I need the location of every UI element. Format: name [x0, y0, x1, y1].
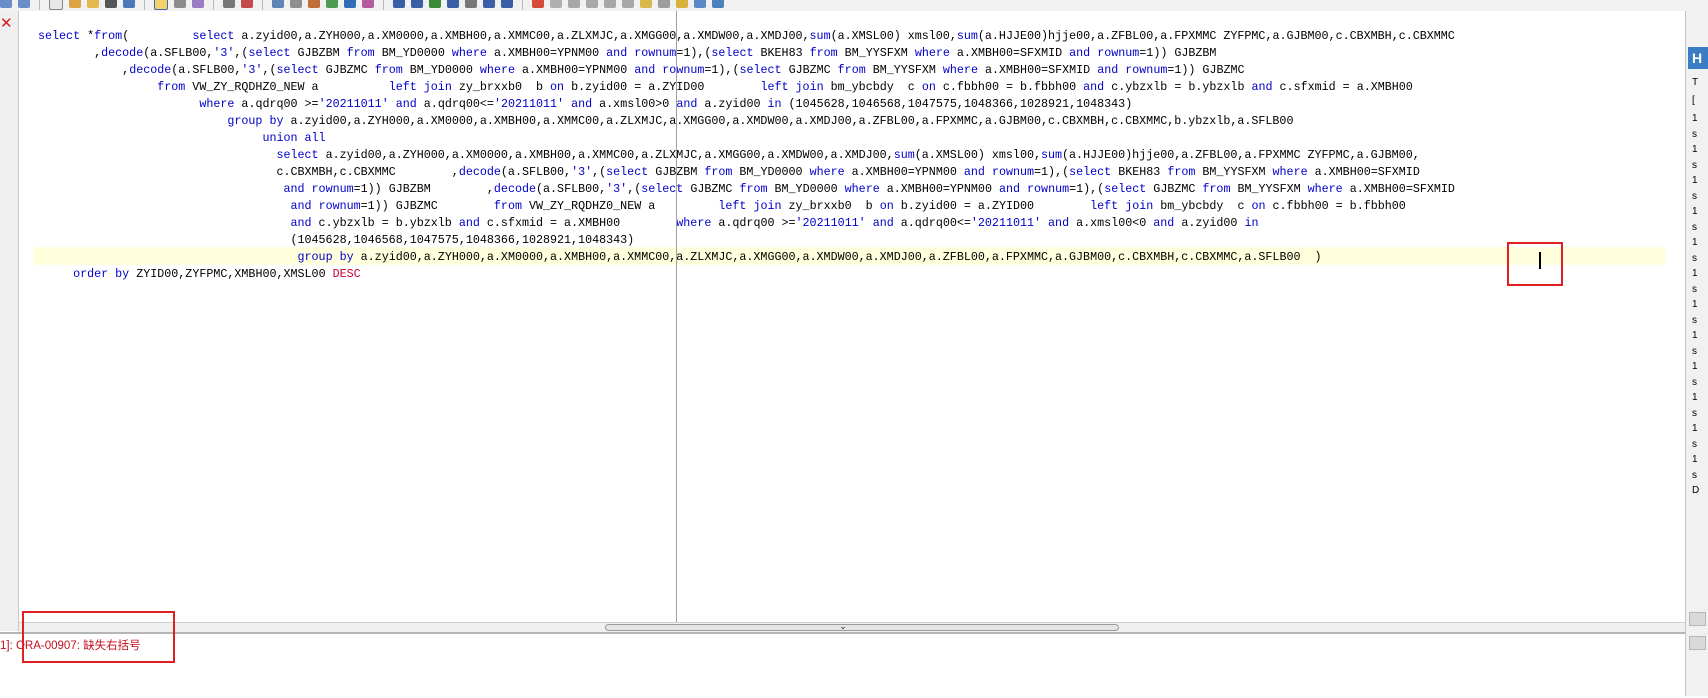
right-panel-row: [: [1692, 95, 1695, 106]
toolbar: [0, 0, 1708, 11]
right-side-panel: H T[1 s 1 s 1 s 1 s 1 s 1 s 1 s 1 s 1 s 1 s 1 s 1 s D: [1685, 11, 1708, 696]
key-icon[interactable]: [640, 0, 652, 8]
right-panel-row: s: [1692, 314, 1697, 326]
right-panel-row: 1: [1692, 330, 1698, 341]
right-panel-row: s: [1692, 407, 1697, 419]
right-panel-row: 1: [1692, 268, 1698, 279]
next-icon[interactable]: [483, 0, 495, 8]
view-icon[interactable]: [586, 0, 598, 8]
right-panel-row: s: [1692, 345, 1697, 357]
stop-icon[interactable]: [465, 0, 477, 8]
right-panel-row: 1: [1692, 175, 1698, 186]
pin-icon[interactable]: [223, 0, 235, 8]
right-panel-button[interactable]: [1689, 636, 1706, 650]
bookmark-icon[interactable]: [241, 0, 253, 8]
right-panel-row: 1: [1692, 144, 1698, 155]
toolbar-separator: [144, 0, 145, 10]
grid-icon[interactable]: [272, 0, 284, 8]
copy-icon[interactable]: [69, 0, 81, 8]
report-icon[interactable]: [658, 0, 670, 8]
play-icon[interactable]: [429, 0, 441, 8]
commit-icon[interactable]: [362, 0, 374, 8]
step-icon[interactable]: [447, 0, 459, 8]
right-panel-row: 1: [1692, 237, 1698, 248]
close-icon[interactable]: ✕: [0, 16, 13, 31]
replace-icon[interactable]: [308, 0, 320, 8]
right-panel-row: s: [1692, 438, 1697, 450]
toolbar-separator: [522, 0, 523, 10]
layout-icon[interactable]: [174, 0, 186, 8]
document-icon[interactable]: [550, 0, 562, 8]
fast-forward-icon[interactable]: [676, 0, 688, 8]
sql-icon[interactable]: [694, 0, 706, 8]
editor-gutter: [0, 11, 19, 631]
toolbar-separator: [383, 0, 384, 10]
chevron-down-icon[interactable]: ⌄: [838, 622, 848, 632]
right-panel-row: 1: [1692, 423, 1698, 434]
execute-icon[interactable]: [326, 0, 338, 8]
find-icon[interactable]: [290, 0, 302, 8]
right-panel-row: s: [1692, 252, 1697, 264]
toolbar-separator: [213, 0, 214, 10]
sql-code[interactable]: select *from( select a.zyid00,a.ZYH000,a…: [38, 28, 1455, 283]
right-panel-row: s: [1692, 159, 1697, 171]
toolbar-separator: [262, 0, 263, 10]
editor-splitter[interactable]: [676, 11, 677, 624]
open-folder-icon[interactable]: [87, 0, 99, 8]
first-icon[interactable]: [393, 0, 405, 8]
right-panel-row: 1: [1692, 206, 1698, 217]
redo-icon[interactable]: [18, 0, 30, 8]
annotation-box-error: [22, 611, 175, 663]
sql-editor[interactable]: select *from( select a.zyid00,a.ZYH000,a…: [19, 11, 1685, 624]
explain-icon[interactable]: [344, 0, 356, 8]
right-panel-row: 1: [1692, 392, 1698, 403]
right-panel-row: 1: [1692, 454, 1698, 465]
help-icon[interactable]: [532, 0, 544, 8]
right-panel-row: s: [1692, 128, 1697, 140]
right-panel-row: s: [1692, 376, 1697, 388]
message-panel: [0, 632, 1685, 698]
undo-icon[interactable]: [0, 0, 12, 8]
toolbar-separator: [39, 0, 40, 10]
last-icon[interactable]: [501, 0, 513, 8]
save-all-icon[interactable]: [123, 0, 135, 8]
right-panel-row: s: [1692, 469, 1697, 481]
window-icon[interactable]: [604, 0, 616, 8]
lock-icon[interactable]: [622, 0, 634, 8]
right-panel-row: D: [1692, 485, 1700, 496]
annotation-box-missing-paren: [1507, 242, 1563, 286]
right-panel-button[interactable]: [1689, 612, 1706, 626]
table-icon[interactable]: [568, 0, 580, 8]
tools-icon[interactable]: [192, 0, 204, 8]
previous-icon[interactable]: [411, 0, 423, 8]
right-panel-row: 1: [1692, 361, 1698, 372]
right-panel-row: s: [1692, 283, 1697, 295]
right-panel-row: s: [1692, 221, 1697, 233]
right-panel-row: 1: [1692, 113, 1698, 124]
right-panel-header: H: [1688, 47, 1708, 69]
right-panel-row: 1: [1692, 299, 1698, 310]
right-panel-row: s: [1692, 190, 1697, 202]
refresh-icon[interactable]: [712, 0, 724, 8]
new-file-icon[interactable]: [49, 0, 63, 10]
scrollbar-thumb[interactable]: [605, 624, 1119, 631]
right-panel-row: T: [1692, 77, 1699, 88]
save-icon[interactable]: [105, 0, 117, 8]
format-icon[interactable]: [154, 0, 168, 10]
